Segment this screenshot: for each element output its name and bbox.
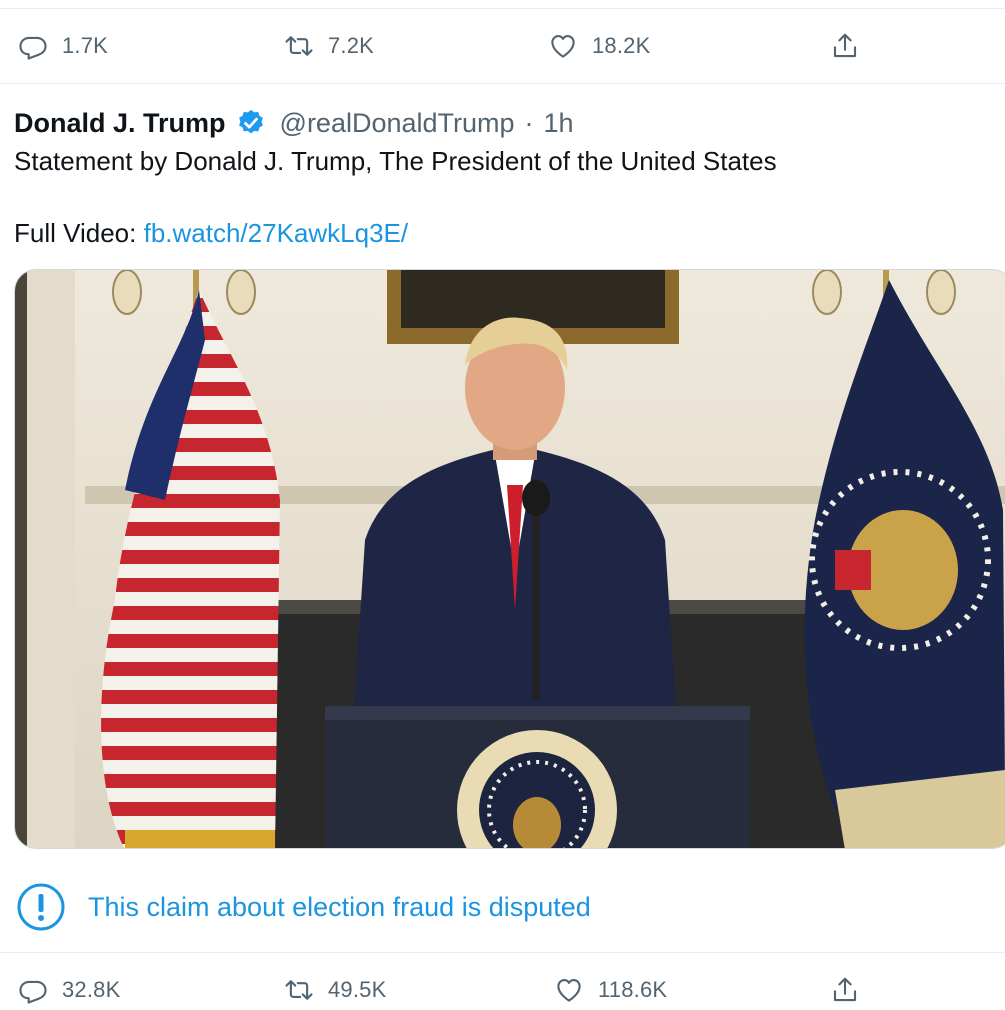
like-icon	[551, 34, 575, 58]
reply-icon	[19, 36, 47, 60]
retweet-icon	[285, 36, 313, 56]
tweet-header: Donald J. Trump @realDonaldTrump · 1h	[14, 104, 574, 142]
video-link[interactable]: fb.watch/27KawkLq3E/	[144, 218, 409, 248]
retweet-button[interactable]: 7.2K	[284, 26, 374, 66]
separator-dot: ·	[524, 107, 534, 138]
reply-button[interactable]: 32.8K	[18, 970, 121, 1010]
tweet-actions: 32.8K 49.5K 118.6K	[0, 970, 1005, 1010]
like-count: 118.6K	[598, 977, 668, 1002]
retweet-icon	[285, 980, 313, 1000]
reply-count: 1.7K	[62, 33, 109, 58]
tweet-text: Statement by Donald J. Trump, The Presid…	[14, 146, 777, 176]
like-icon	[557, 978, 581, 1002]
share-button[interactable]	[830, 26, 860, 66]
reply-button[interactable]: 1.7K	[18, 26, 108, 66]
disputed-claim-notice[interactable]: This claim about election fraud is dispu…	[16, 880, 591, 934]
like-button[interactable]: 118.6K	[554, 970, 667, 1010]
verified-badge-icon	[238, 109, 263, 134]
retweet-count: 49.5K	[328, 977, 387, 1002]
divider-bottom	[0, 952, 1005, 953]
divider-top	[0, 8, 1005, 9]
like-count: 18.2K	[592, 33, 651, 58]
previous-tweet-actions: 1.7K 7.2K 18.2K	[0, 26, 1005, 66]
share-button[interactable]	[830, 970, 860, 1010]
retweet-count: 7.2K	[328, 33, 375, 58]
share-icon	[833, 977, 857, 1002]
author-handle[interactable]: @realDonaldTrump	[280, 108, 515, 139]
reply-icon	[19, 980, 47, 1004]
reply-count: 32.8K	[62, 977, 121, 1002]
video-label: Full Video:	[14, 218, 137, 248]
divider-between-tweets	[0, 83, 1005, 84]
tweet-video[interactable]	[14, 269, 1005, 849]
like-button[interactable]: 18.2K	[548, 26, 651, 66]
tweet-timestamp[interactable]: 1h	[544, 108, 574, 139]
author-name[interactable]: Donald J. Trump	[14, 108, 226, 139]
retweet-button[interactable]: 49.5K	[284, 970, 387, 1010]
info-icon	[17, 883, 65, 931]
share-icon	[833, 33, 857, 58]
video-thumbnail	[15, 270, 1005, 848]
disputed-claim-text[interactable]: This claim about election fraud is dispu…	[88, 892, 591, 923]
video-line: Full Video: fb.watch/27KawkLq3E/	[14, 218, 408, 249]
